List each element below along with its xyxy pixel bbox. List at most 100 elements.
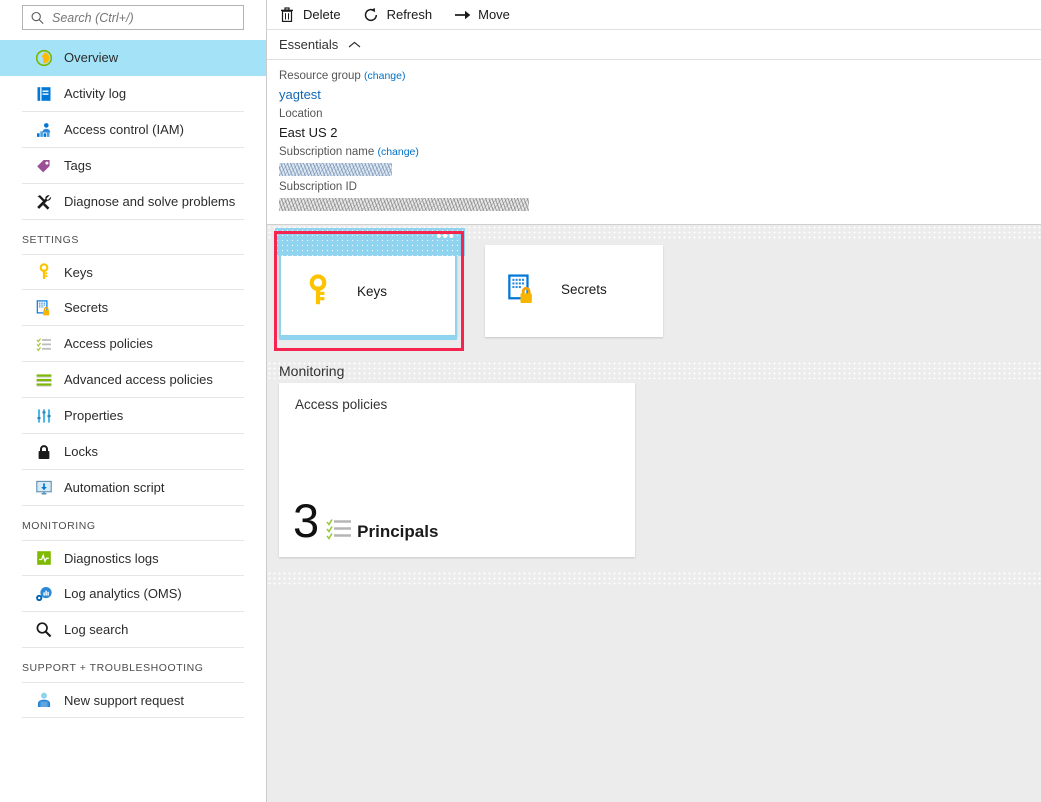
sidebar-item-locks[interactable]: Locks [22,434,244,470]
tile-label: Keys [357,284,387,299]
sidebar-item-label: Locks [64,444,98,459]
canvas-dot-band-bottom [267,571,1041,587]
tile-canvas: •••KeysSecrets Monitoring Access policie… [267,225,1041,802]
delete-button-label: Delete [303,7,341,22]
essentials-field-label: Subscription ID [279,179,1041,196]
sidebar-item-advanced-access-policies[interactable]: Advanced access policies [22,362,244,398]
delete-button[interactable]: Delete [279,6,341,23]
overview-icon [35,49,53,67]
log-search-icon [35,621,53,639]
sidebar-item-label: Diagnostics logs [64,551,159,566]
essentials-label-text: Resource group [279,70,361,82]
checklist-icon [326,514,353,541]
redacted-value [279,198,529,211]
sidebar-item-new-support-request[interactable]: New support request [22,682,244,718]
secrets-icon [505,272,539,306]
canvas-dot-band-middle [267,361,1041,379]
sidebar-item-label: Keys [64,265,93,280]
essentials-change-link[interactable]: (change) [364,70,405,82]
monitoring-section-title: Monitoring [279,363,344,379]
chevron-up-icon[interactable] [348,36,361,54]
sidebar-item-diagnose-and-solve-problems[interactable]: Diagnose and solve problems [22,184,244,220]
sidebar-item-label: Diagnose and solve problems [64,194,235,209]
sidebar-item-keys[interactable]: Keys [22,254,244,290]
automation-script-icon [35,479,53,497]
sidebar-item-activity-log[interactable]: Activity log [22,76,244,112]
sidebar-item-automation-script[interactable]: Automation script [22,470,244,506]
tile-keys[interactable]: •••Keys [279,245,457,337]
key-icon [301,274,335,308]
tile-hover-header: ••• [275,228,465,256]
ellipsis-icon[interactable]: ••• [436,230,455,243]
principals-metric: 3 Principals [293,499,438,543]
diagnostics-logs-icon [35,549,53,567]
main-content: Delete Refresh Move [267,0,1041,802]
essentials-field-value[interactable]: yagtest [279,85,1041,104]
sidebar-item-label: Log search [64,622,128,637]
move-button[interactable]: Move [454,6,510,23]
essentials-label-text: Subscription name [279,146,374,158]
tile-body: Keys [281,247,455,335]
properties-icon [35,407,53,425]
sidebar-item-label: Access policies [64,336,153,351]
search-icon [30,11,46,25]
sidebar-search-container [0,0,266,30]
sidebar-item-access-control-iam[interactable]: Access control (IAM) [22,112,244,148]
access-policies-tile[interactable]: Access policies 3 Principals [279,383,635,557]
tag-icon [35,157,53,175]
sidebar-item-label: Secrets [64,300,108,315]
essentials-change-link[interactable]: (change) [377,146,418,158]
sidebar-item-access-policies[interactable]: Access policies [22,326,244,362]
principals-label: Principals [357,522,438,542]
refresh-button-label: Refresh [387,7,433,22]
sidebar-item-diagnostics-logs[interactable]: Diagnostics logs [22,540,244,576]
activity-log-icon [35,85,53,103]
search-input[interactable] [52,11,236,25]
secrets-icon [35,299,53,317]
sidebar-item-secrets[interactable]: Secrets [22,290,244,326]
essentials-label-text: Subscription ID [279,181,357,193]
essentials-field-label: Resource group (change) [279,68,1041,85]
sidebar-item-label: Activity log [64,86,126,101]
sidebar-item-properties[interactable]: Properties [22,398,244,434]
refresh-icon [363,6,380,23]
sidebar-item-overview[interactable]: Overview [0,40,266,76]
tile-label: Secrets [561,282,607,297]
new-support-request-icon [35,691,53,709]
move-button-label: Move [478,7,510,22]
key-icon [35,263,53,281]
search-box[interactable] [22,5,244,30]
command-toolbar: Delete Refresh Move [267,0,1041,30]
essentials-field-label: Subscription name (change) [279,144,1041,161]
sidebar-item-label: Properties [64,408,123,423]
access-policies-icon [35,335,53,353]
sidebar-nav-list: Overview Activity log Access control (IAM)… [0,40,266,718]
sidebar-item-label: Advanced access policies [64,372,213,387]
azure-portal-blade: Overview Activity log Access control (IAM)… [0,0,1041,802]
tile-body: Secrets [485,245,663,333]
lock-icon [35,443,53,461]
sidebar-item-log-search[interactable]: Log search [22,612,244,648]
sidebar-item-tags[interactable]: Tags [22,148,244,184]
resource-menu-sidebar: Overview Activity log Access control (IAM)… [0,0,267,802]
sidebar-group-title-monitoring: MONITORING [0,506,266,540]
essentials-field-value: East US 2 [279,123,1041,142]
access-control-icon [35,121,53,139]
sidebar-group-title-support-troubleshooting: SUPPORT + TROUBLESHOOTING [0,648,266,682]
sidebar-group-title-settings: SETTINGS [0,220,266,254]
essentials-field-label: Location [279,106,1041,123]
redacted-value [279,163,392,176]
sidebar-item-label: Overview [64,50,118,65]
sidebar-item-label: Automation script [64,480,164,495]
essentials-header[interactable]: Essentials [267,30,1041,60]
advanced-access-policies-icon [35,371,53,389]
sidebar-item-log-analytics-oms[interactable]: Log analytics (OMS) [22,576,244,612]
sidebar-item-label: Access control (IAM) [64,122,184,137]
tile-secrets[interactable]: Secrets [485,245,663,337]
diagnose-icon [35,193,53,211]
tiles-row: •••Keys Secrets [279,245,663,337]
refresh-button[interactable]: Refresh [363,6,433,23]
principals-count: 3 [293,499,319,543]
log-analytics-icon [35,585,53,603]
essentials-label-text: Location [279,108,322,120]
